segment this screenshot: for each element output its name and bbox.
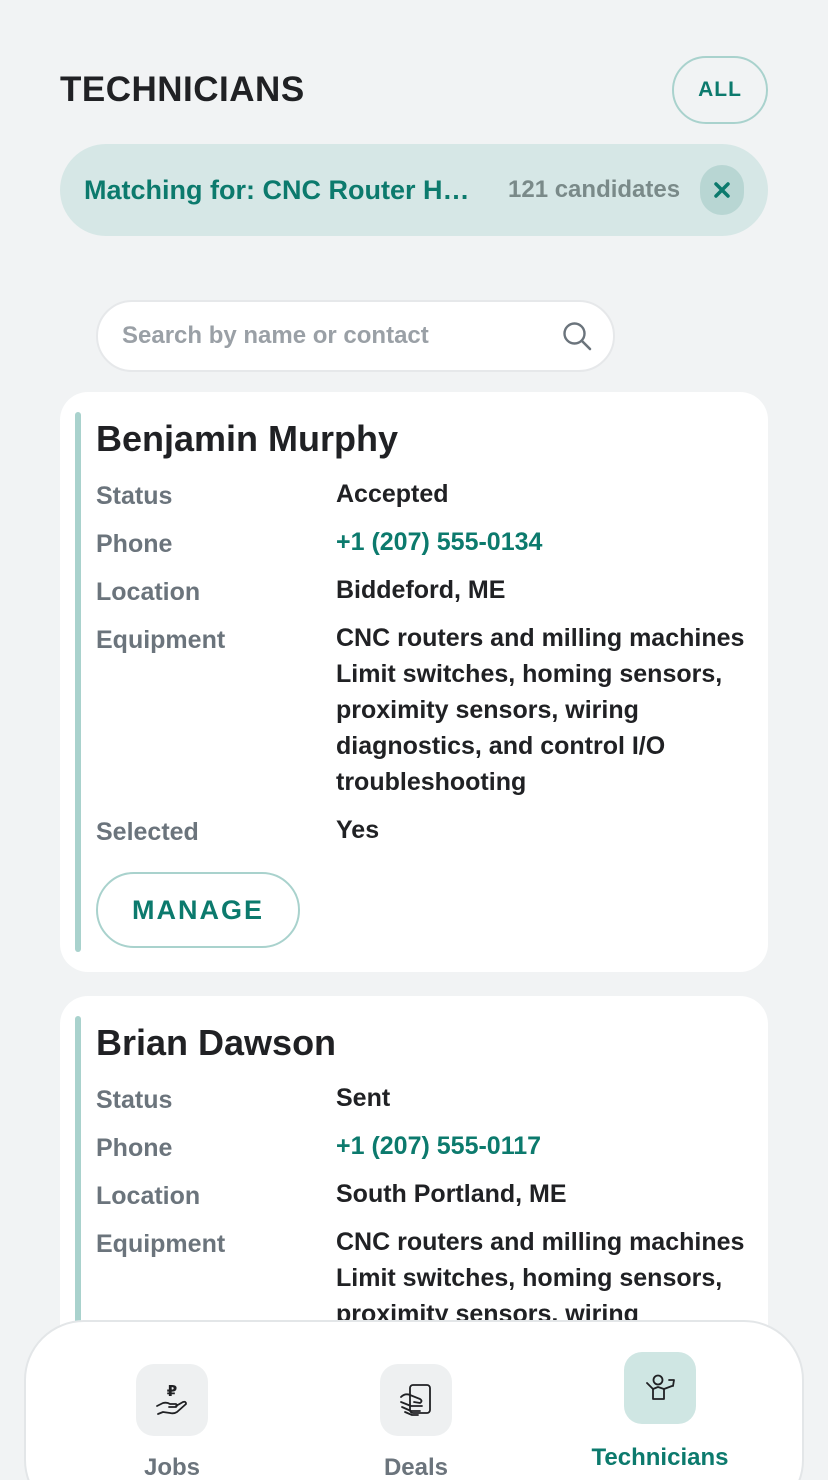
phone-link[interactable]: +1 (207) 555-0134 bbox=[336, 524, 748, 560]
equipment-value: CNC routers and milling machines Limit s… bbox=[336, 624, 745, 796]
search-input[interactable] bbox=[122, 322, 561, 350]
nav-label: Jobs bbox=[143, 1454, 200, 1480]
bottom-navigation: ₽ Jobs Deals Technicians bbox=[24, 1320, 804, 1480]
status-value: Accepted bbox=[336, 480, 449, 508]
clear-match-button[interactable] bbox=[700, 165, 744, 215]
matching-text: Matching for: CNC Router Homing Sensor R… bbox=[84, 174, 484, 205]
search-box bbox=[96, 300, 615, 372]
close-icon bbox=[714, 182, 730, 198]
technician-name: Benjamin Murphy bbox=[96, 418, 399, 459]
nav-label: Deals bbox=[383, 1454, 449, 1480]
selected-value: Yes bbox=[336, 816, 380, 844]
phone-label: Phone bbox=[96, 1134, 173, 1162]
phone-link[interactable]: +1 (207) 555-0117 bbox=[336, 1128, 748, 1164]
technician-icon bbox=[624, 1352, 696, 1424]
status-value: Sent bbox=[336, 1084, 391, 1112]
selected-label: Selected bbox=[96, 818, 199, 846]
status-label: Status bbox=[96, 1086, 173, 1114]
manage-button[interactable]: MANAGE bbox=[96, 872, 300, 948]
handshake-document-icon bbox=[380, 1364, 452, 1436]
equipment-label: Equipment bbox=[96, 626, 226, 654]
technician-name: Brian Dawson bbox=[96, 1022, 337, 1063]
nav-item-technicians[interactable]: Technicians bbox=[560, 1352, 760, 1480]
page-header: TECHNICIANS ALL bbox=[60, 56, 768, 124]
page-title: TECHNICIANS bbox=[60, 70, 305, 109]
status-label: Status bbox=[96, 482, 173, 510]
all-filter-button[interactable]: ALL bbox=[672, 56, 768, 124]
matching-banner: Matching for: CNC Router Homing Sensor R… bbox=[60, 144, 768, 236]
svg-text:₽: ₽ bbox=[167, 1382, 177, 1400]
card-accent-bar bbox=[75, 412, 81, 952]
candidates-count: 121 candidates bbox=[508, 176, 681, 203]
technician-card: Benjamin Murphy Status Accepted Phone +1… bbox=[60, 392, 768, 972]
nav-label: Technicians bbox=[591, 1444, 729, 1471]
location-label: Location bbox=[96, 1182, 201, 1210]
nav-item-deals[interactable]: Deals bbox=[316, 1364, 516, 1480]
phone-label: Phone bbox=[96, 530, 173, 558]
location-label: Location bbox=[96, 578, 201, 606]
ruble-hand-icon: ₽ bbox=[136, 1364, 208, 1436]
search-icon[interactable] bbox=[561, 320, 593, 352]
location-value: South Portland, ME bbox=[336, 1180, 567, 1208]
location-value: Biddeford, ME bbox=[336, 576, 506, 604]
equipment-label: Equipment bbox=[96, 1230, 226, 1258]
nav-item-jobs[interactable]: ₽ Jobs bbox=[72, 1364, 272, 1480]
